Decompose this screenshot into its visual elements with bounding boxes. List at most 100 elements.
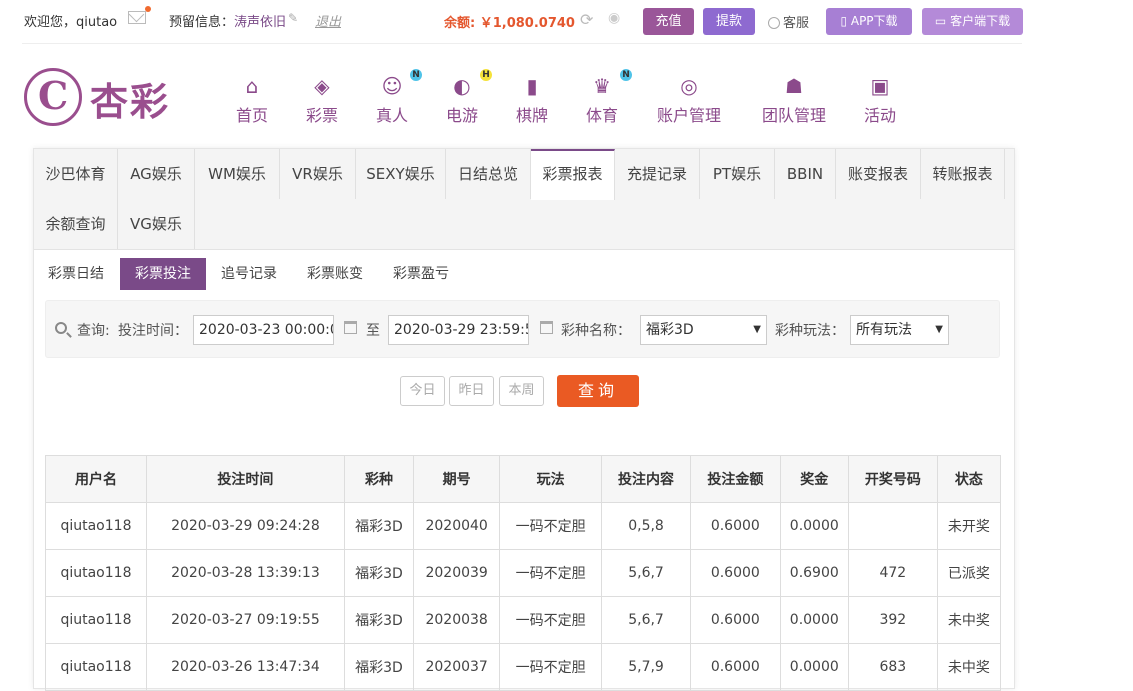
reserved-info-label: 预留信息： (169, 15, 235, 30)
tab-vr[interactable]: VR娱乐 (280, 149, 356, 199)
cell-play: 一码不定胆 (499, 549, 602, 597)
gift-icon: ▣ (870, 74, 890, 98)
top-bar: 欢迎您，qiutao 预留信息： 涛声依旧 ✎ 退出 余额: ￥1,080.07… (0, 0, 1133, 44)
cell-amount: 0.6000 (690, 596, 781, 644)
cell-content: 0,5,8 (600, 502, 692, 550)
subtab-lottery-bets[interactable]: 彩票投注 (120, 258, 206, 290)
cell-prize: 0.0000 (779, 643, 849, 691)
today-button[interactable]: 今日 (400, 376, 445, 406)
cell-prize: 0.0000 (779, 502, 849, 550)
nav-sports[interactable]: ♛ N 体育 (584, 69, 632, 126)
col-draw-number: 开奖号码 (847, 455, 938, 503)
cell-status: 未开奖 (936, 502, 1002, 550)
tab-pt[interactable]: PT娱乐 (700, 149, 775, 199)
nav-label: 真人 (375, 106, 408, 125)
cell-lottery: 福彩3D (343, 596, 415, 644)
cell-amount: 0.6000 (690, 549, 781, 597)
welcome-text: 欢迎您，qiutao (24, 15, 118, 30)
cell-content: 5,7,9 (600, 643, 692, 691)
tab-vg[interactable]: VG娱乐 (118, 199, 195, 249)
nav-chess[interactable]: ▮ 棋牌 (514, 70, 550, 126)
nav-egames[interactable]: ◐ H 电游 (444, 69, 492, 126)
nav-label: 账户管理 (656, 106, 721, 125)
calendar-icon[interactable] (540, 321, 553, 334)
tab-wm[interactable]: WM娱乐 (195, 149, 280, 199)
phone-icon: ▯ (840, 14, 851, 28)
tab-account-changes[interactable]: 账变报表 (836, 149, 921, 199)
withdraw-button[interactable]: 提款 (703, 8, 755, 35)
lottery-name-label: 彩种名称： (561, 323, 631, 339)
table-row: qiutao118 2020-03-27 09:19:55 福彩3D 20200… (45, 596, 1002, 644)
refresh-icon[interactable]: ⟳ (580, 10, 593, 29)
nav-lottery[interactable]: ◈ 彩票 (304, 70, 340, 126)
this-week-button[interactable]: 本周 (499, 376, 544, 406)
lottery-select[interactable]: 福彩3D ▼ (640, 315, 767, 345)
tab-balance-query[interactable]: 余额查询 (34, 199, 118, 249)
lottery-select-value: 福彩3D (646, 322, 694, 338)
panel-tab-bar: 沙巴体育 AG娱乐 WM娱乐 VR娱乐 SEXY娱乐 日结总览 彩票报表 充提记… (34, 148, 1014, 250)
cell-period: 2020039 (413, 549, 501, 597)
yesterday-button[interactable]: 昨日 (449, 376, 494, 406)
col-prize: 奖金 (779, 455, 849, 503)
start-time-input[interactable]: 2020-03-23 00:00:00 (193, 315, 334, 345)
subtab-chase-records[interactable]: 追号记录 (220, 258, 278, 290)
cell-draw-number: 472 (847, 549, 938, 597)
cell-status: 已派奖 (936, 549, 1002, 597)
team-icon: ☗ (785, 74, 803, 98)
hide-balance-icon[interactable]: ◉ (608, 10, 620, 26)
table-header-row: 用户名 投注时间 彩种 期号 玩法 投注内容 投注金额 奖金 开奖号码 状态 (45, 455, 1002, 503)
nav-label: 体育 (585, 106, 618, 125)
col-status: 状态 (936, 455, 1002, 503)
tab-ag[interactable]: AG娱乐 (118, 149, 195, 199)
app-download-button[interactable]: ▯ APP下载 (826, 8, 912, 35)
site-logo[interactable]: 杏彩 (24, 67, 184, 129)
search-icon (55, 322, 67, 334)
nav-label: 电游 (445, 106, 478, 125)
recharge-button[interactable]: 充值 (643, 8, 694, 35)
tab-daily-overview[interactable]: 日结总览 (446, 149, 531, 199)
cell-status: 未中奖 (936, 596, 1002, 644)
report-panel: 沙巴体育 AG娱乐 WM娱乐 VR娱乐 SEXY娱乐 日结总览 彩票报表 充提记… (33, 148, 1015, 691)
mail-icon[interactable] (128, 6, 151, 24)
subtab-lottery-changes[interactable]: 彩票账变 (306, 258, 364, 290)
table-row: qiutao118 2020-03-28 13:39:13 福彩3D 20200… (45, 549, 1002, 597)
cell-username: qiutao118 (45, 596, 147, 644)
cell-bet-time: 2020-03-29 09:24:28 (145, 502, 345, 550)
chevron-down-icon: ▼ (753, 324, 761, 335)
cell-period: 2020037 (413, 643, 501, 691)
client-download-button[interactable]: ▭ 客户端下载 (922, 8, 1023, 35)
bets-table: 用户名 投注时间 彩种 期号 玩法 投注内容 投注金额 奖金 开奖号码 状态 q… (45, 455, 1002, 691)
reserved-info-value: 涛声依旧 (234, 15, 287, 30)
calendar-icon[interactable] (344, 321, 357, 334)
nav-live[interactable]: ☺ N 真人 (374, 69, 422, 126)
col-lottery: 彩种 (343, 455, 415, 503)
tab-transfer-report[interactable]: 转账报表 (921, 149, 1005, 199)
cell-draw-number: 683 (847, 643, 938, 691)
query-submit-button[interactable]: 查询 (557, 375, 639, 407)
subtab-lottery-daily[interactable]: 彩票日结 (46, 258, 106, 290)
tab-saba-sports[interactable]: 沙巴体育 (34, 149, 118, 199)
query-label: 查询: (77, 323, 110, 339)
nav-label: 活动 (863, 106, 896, 125)
nav-team[interactable]: ☗ 团队管理 (759, 70, 829, 126)
edit-icon[interactable]: ✎ (288, 11, 298, 25)
cell-bet-time: 2020-03-26 13:47:34 (145, 643, 345, 691)
end-time-input[interactable]: 2020-03-29 23:59:59 (388, 315, 529, 345)
logout-link[interactable]: 退出 (315, 11, 341, 30)
bet-time-label: 投注时间： (118, 323, 188, 339)
customer-service-link[interactable]: 客服 (768, 12, 809, 31)
nav-home[interactable]: ⌂ 首页 (234, 70, 270, 126)
subtab-lottery-profit[interactable]: 彩票盈亏 (392, 258, 450, 290)
tab-lottery-report[interactable]: 彩票报表 (531, 149, 615, 200)
tab-deposit-withdraw[interactable]: 充提记录 (615, 149, 700, 199)
col-content: 投注内容 (600, 455, 692, 503)
play-type-select[interactable]: 所有玩法 ▼ (850, 315, 949, 345)
nav-account[interactable]: ◎ 账户管理 (654, 70, 724, 126)
nav-events[interactable]: ▣ 活动 (862, 70, 898, 126)
account-icon: ◎ (680, 74, 698, 98)
logo-emblem (24, 68, 82, 126)
tab-sexy[interactable]: SEXY娱乐 (356, 149, 446, 199)
tab-bbin[interactable]: BBIN (775, 149, 836, 199)
new-badge: N (410, 69, 422, 81)
cell-amount: 0.6000 (690, 502, 781, 550)
